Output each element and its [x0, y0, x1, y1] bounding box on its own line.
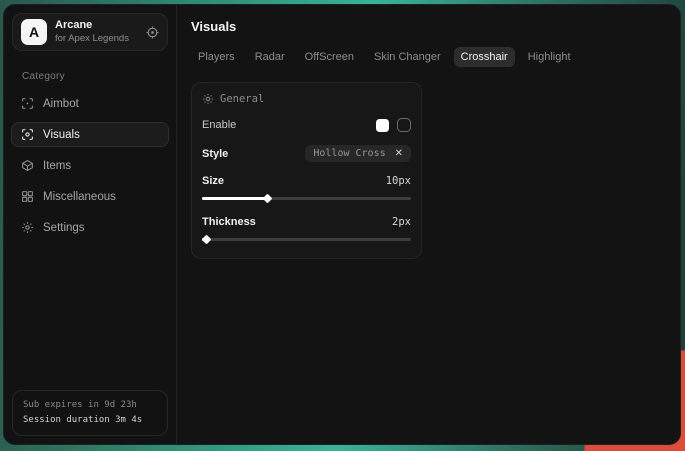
tab-offscreen[interactable]: OffScreen: [298, 47, 361, 67]
slider-fill: [202, 197, 267, 200]
gear-icon: [21, 221, 34, 234]
style-row: Style Hollow Cross ✕: [202, 145, 411, 162]
sidebar-item-items[interactable]: Items: [11, 153, 169, 178]
sun-gear-icon: [202, 93, 214, 105]
size-value: 10px: [386, 175, 411, 187]
thickness-label: Thickness: [202, 216, 256, 228]
sidebar-item-miscellaneous[interactable]: Miscellaneous: [11, 184, 169, 209]
thickness-slider[interactable]: [202, 235, 411, 244]
sidebar-item-label: Items: [43, 160, 71, 172]
enable-controls: [376, 118, 411, 132]
clear-x-icon[interactable]: ✕: [395, 149, 403, 159]
size-slider[interactable]: [202, 194, 411, 203]
main-content: Visuals Players Radar OffScreen Skin Cha…: [177, 5, 680, 444]
sidebar-item-label: Aimbot: [43, 98, 79, 110]
size-row: Size 10px: [202, 175, 411, 187]
sidebar-item-label: Settings: [43, 222, 85, 234]
tab-highlight[interactable]: Highlight: [521, 47, 578, 67]
general-panel: General Enable Style Hollow Cross ✕ Size…: [191, 82, 422, 259]
app-name: Arcane: [55, 19, 138, 33]
target-icon[interactable]: [146, 26, 159, 39]
app-identity: Arcane for Apex Legends: [55, 19, 138, 45]
app-subtitle: for Apex Legends: [55, 33, 138, 45]
enable-label: Enable: [202, 119, 236, 131]
app-logo: A: [21, 19, 47, 45]
slider-thumb[interactable]: [262, 194, 272, 204]
panel-header: General: [202, 93, 411, 105]
category-label: Category: [22, 71, 176, 82]
slider-thumb[interactable]: [202, 235, 212, 245]
sidebar-nav: Aimbot Visuals Items: [4, 88, 176, 243]
tab-skin-changer[interactable]: Skin Changer: [367, 47, 448, 67]
sidebar-item-label: Visuals: [43, 129, 80, 141]
subscription-info-card: Sub expires in 9d 23h Session duration 3…: [12, 390, 168, 436]
sidebar-item-settings[interactable]: Settings: [11, 215, 169, 240]
grid-icon: [21, 190, 34, 203]
slider-track: [202, 238, 411, 241]
enable-checkbox[interactable]: [397, 118, 411, 132]
session-duration-text: Session duration 3m 4s: [23, 413, 157, 428]
tab-crosshair[interactable]: Crosshair: [454, 47, 515, 67]
style-select[interactable]: Hollow Cross ✕: [305, 145, 411, 162]
sidebar-item-visuals[interactable]: Visuals: [11, 122, 169, 147]
eye-scan-icon: [21, 128, 34, 141]
sidebar-spacer: [4, 243, 176, 382]
crosshair-scan-icon: [21, 97, 34, 110]
sidebar-item-label: Miscellaneous: [43, 191, 116, 203]
thickness-value: 2px: [392, 216, 411, 228]
sidebar: A Arcane for Apex Legends Category: [4, 5, 177, 444]
tab-players[interactable]: Players: [191, 47, 242, 67]
page-title: Visuals: [191, 19, 666, 34]
sub-expires-text: Sub expires in 9d 23h: [23, 398, 157, 413]
enable-row: Enable: [202, 118, 411, 132]
sidebar-item-aimbot[interactable]: Aimbot: [11, 91, 169, 116]
color-swatch[interactable]: [376, 119, 389, 132]
style-selected-value: Hollow Cross: [313, 148, 385, 159]
tab-bar: Players Radar OffScreen Skin Changer Cro…: [191, 47, 666, 67]
cube-icon: [21, 159, 34, 172]
size-label: Size: [202, 175, 224, 187]
tab-radar[interactable]: Radar: [248, 47, 292, 67]
app-logo-card: A Arcane for Apex Legends: [12, 13, 168, 51]
app-window: A Arcane for Apex Legends Category: [3, 4, 681, 445]
panel-title: General: [220, 93, 264, 105]
style-label: Style: [202, 148, 228, 160]
thickness-row: Thickness 2px: [202, 216, 411, 228]
